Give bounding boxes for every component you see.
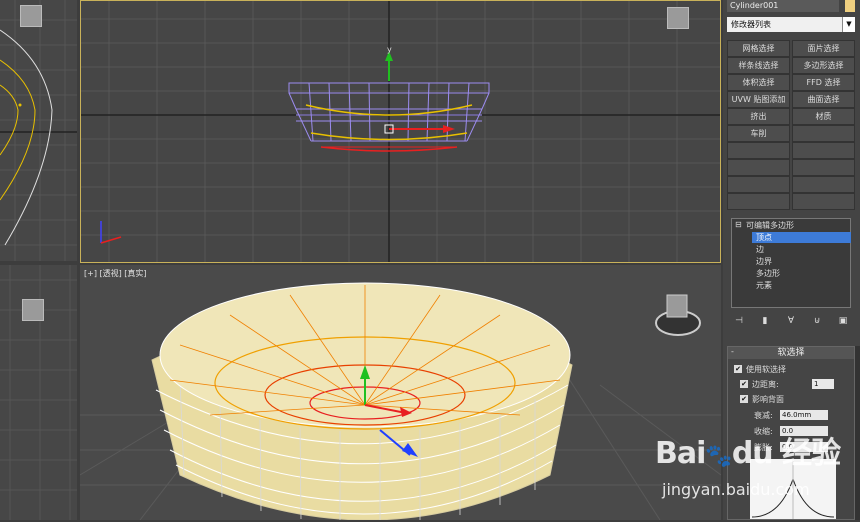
viewcube[interactable]: [667, 7, 689, 29]
stack-toolbar: ⊣ ▮ ∀ ⊍ ▣: [731, 314, 851, 330]
falloff-input[interactable]: 46.0mm: [780, 410, 828, 420]
rollout-title[interactable]: 软选择: [728, 347, 854, 359]
modifier-button[interactable]: [792, 193, 855, 210]
viewport-bottom-left[interactable]: [0, 265, 77, 520]
show-end-result-icon[interactable]: ▮: [757, 314, 773, 328]
viewcube[interactable]: [20, 5, 42, 27]
modifier-button[interactable]: FFD 选择: [792, 74, 855, 91]
pin-stack-icon[interactable]: ⊣: [731, 314, 747, 328]
object-color-swatch[interactable]: [845, 0, 855, 12]
affect-backfacing-checkbox[interactable]: ✔: [740, 395, 748, 403]
viewport-front[interactable]: y: [80, 0, 721, 263]
remove-modifier-icon[interactable]: ⊍: [809, 314, 825, 328]
modifier-button[interactable]: [792, 125, 855, 142]
expand-icon[interactable]: ⊟: [735, 220, 742, 229]
modifier-button[interactable]: 材质: [792, 108, 855, 125]
front-viewport-canvas: [81, 1, 720, 262]
modifier-button[interactable]: [727, 159, 790, 176]
front-axis-label: y: [387, 45, 392, 54]
modifier-stack: ⊟ 可编辑多边形 顶点 边 边界 多边形 元素: [731, 218, 851, 308]
modifier-list-dropdown[interactable]: 修改器列表 ▼: [727, 17, 855, 32]
edge-distance-label: 边距离:: [752, 380, 779, 389]
modifier-button[interactable]: 挤出: [727, 108, 790, 125]
modifier-button[interactable]: [727, 176, 790, 193]
modifier-button[interactable]: [792, 176, 855, 193]
modifier-list-label: 修改器列表: [731, 20, 771, 29]
edge-distance-input[interactable]: 1: [812, 379, 834, 389]
baidu-watermark-logo: Bai🐾du 经验: [655, 436, 841, 471]
baidu-watermark-url: jingyan.baidu.com: [662, 480, 810, 499]
viewport-top-left[interactable]: [0, 0, 77, 261]
use-soft-selection-label: 使用软选择: [746, 365, 786, 374]
panel-scrollbar[interactable]: [855, 346, 860, 520]
falloff-label: 衰减:: [754, 411, 773, 420]
viewport-perspective[interactable]: [+] [透视] [真实]: [80, 265, 721, 520]
modifier-button[interactable]: [792, 159, 855, 176]
affect-backfacing-label: 影响背面: [752, 395, 784, 404]
modifier-button[interactable]: [727, 142, 790, 159]
modifier-button[interactable]: 多边形选择: [792, 57, 855, 74]
modifier-button[interactable]: [792, 142, 855, 159]
modifier-button[interactable]: 面片选择: [792, 40, 855, 57]
perspective-viewport-label[interactable]: [+] [透视] [真实]: [84, 268, 147, 279]
modifier-button[interactable]: 样条线选择: [727, 57, 790, 74]
stack-subobject-edge[interactable]: 边: [756, 244, 764, 255]
make-unique-icon[interactable]: ∀: [783, 314, 799, 328]
perspective-canvas: [80, 282, 721, 520]
modifier-button[interactable]: 车削: [727, 125, 790, 142]
chevron-down-icon[interactable]: ▼: [842, 17, 855, 32]
modifier-button-grid: 网格选择 面片选择 样条线选择 多边形选择 体积选择 FFD 选择 UVW 贴图…: [727, 40, 856, 210]
modifier-button[interactable]: UVW 贴图添加: [727, 91, 790, 108]
modifier-button[interactable]: [727, 193, 790, 210]
collapse-icon[interactable]: -: [731, 347, 734, 356]
top-left-grid: [0, 0, 77, 261]
stack-subobject-element[interactable]: 元素: [756, 280, 772, 291]
use-soft-selection-checkbox[interactable]: ✔: [734, 365, 742, 373]
stack-subobject-border[interactable]: 边界: [756, 256, 772, 267]
stack-subobject-polygon[interactable]: 多边形: [756, 268, 780, 279]
viewcube[interactable]: [22, 299, 44, 321]
modifier-button[interactable]: 体积选择: [727, 74, 790, 91]
modifier-button[interactable]: 曲面选择: [792, 91, 855, 108]
object-name-field[interactable]: Cylinder001: [727, 0, 839, 12]
modifier-button[interactable]: 网格选择: [727, 40, 790, 57]
stack-base-object[interactable]: 可编辑多边形: [746, 220, 794, 231]
edge-distance-checkbox[interactable]: ✔: [740, 380, 748, 388]
configure-sets-icon[interactable]: ▣: [835, 314, 851, 328]
stack-subobject-vertex[interactable]: 顶点: [756, 232, 772, 243]
